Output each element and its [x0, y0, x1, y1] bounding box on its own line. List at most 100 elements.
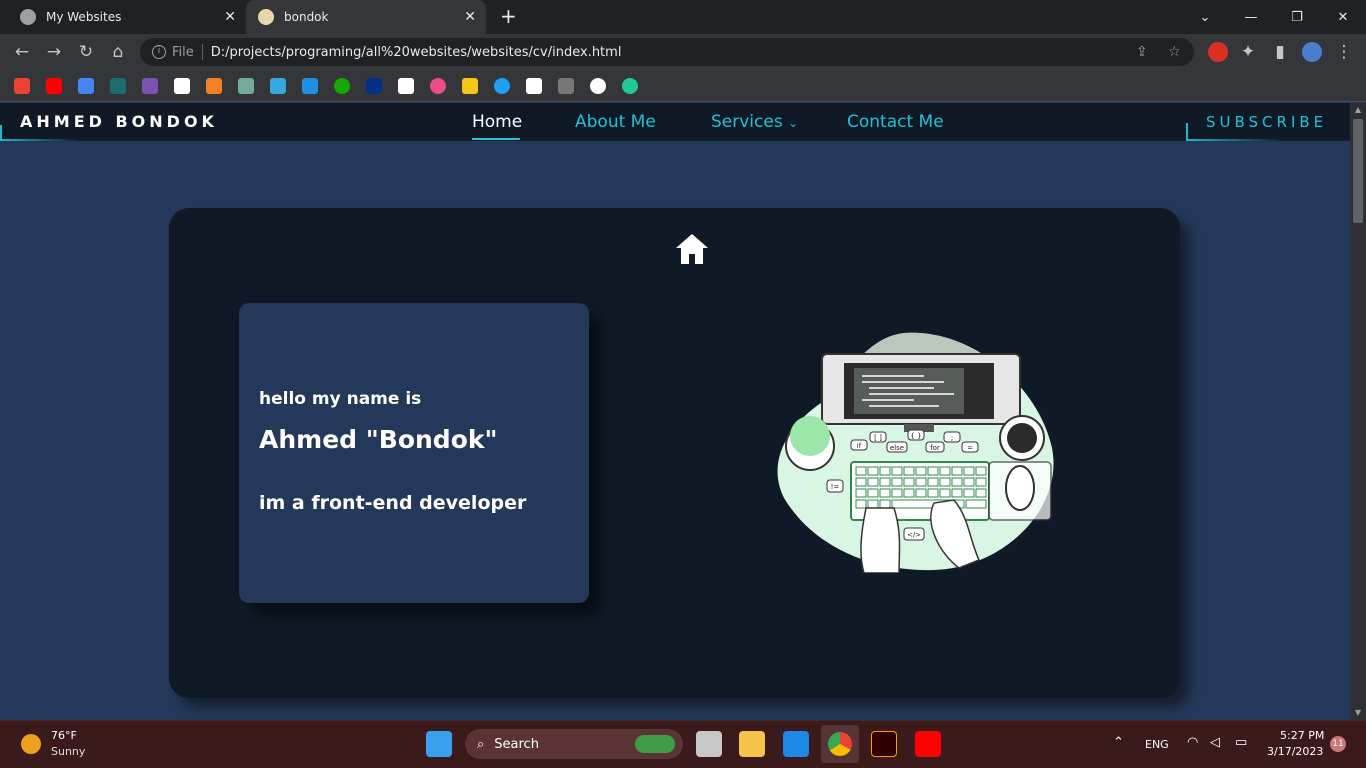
code-label: = — [967, 444, 973, 452]
developer-illustration: if [ ] { } else for ; = != </> — [777, 332, 1054, 573]
close-window-button[interactable]: ✕ — [1320, 0, 1366, 34]
tray-chevron-up-icon[interactable]: ⌃ — [1113, 735, 1124, 750]
logo-accent — [0, 139, 80, 141]
nav-contact-me[interactable]: Contact Me — [847, 112, 944, 132]
illustrator-icon[interactable] — [871, 731, 897, 757]
share-icon[interactable]: ⇪ — [1136, 44, 1148, 60]
wix-icon[interactable] — [526, 78, 542, 94]
code-label: [ ] — [874, 434, 882, 442]
nav-home[interactable]: Home — [472, 112, 522, 132]
nav-services[interactable]: Services ⌄ — [711, 112, 798, 132]
adblock-extension-icon[interactable] — [1208, 42, 1228, 62]
side-panel-icon[interactable]: ▮ — [1270, 42, 1290, 62]
tab-strip: My Websites ✕ bondok ✕ + ⌄ — ❐ ✕ — [0, 0, 1366, 34]
code-label: else — [890, 444, 904, 452]
youtube-app-icon[interactable] — [915, 731, 941, 757]
chrome-taskbar-button[interactable] — [821, 725, 859, 763]
bookmark-icon[interactable] — [462, 78, 478, 94]
code-label: != — [831, 483, 840, 491]
tab-my-websites[interactable]: My Websites ✕ — [8, 0, 246, 34]
globe-icon — [20, 9, 36, 25]
code-label: if — [857, 442, 862, 450]
bookmark-icon[interactable] — [110, 78, 126, 94]
menu-kebab-icon[interactable]: ⋮ — [1334, 42, 1354, 62]
language-indicator[interactable]: ENG — [1145, 738, 1169, 751]
close-tab-icon[interactable]: ✕ — [224, 9, 236, 25]
bookmark-star-icon[interactable]: ☆ — [1168, 44, 1181, 60]
windows-start-icon[interactable] — [426, 731, 452, 757]
intro-card: hello my name is Ahmed "Bondok" im a fro… — [239, 303, 589, 603]
scrollbar-thumb[interactable] — [1353, 119, 1363, 223]
sun-icon[interactable] — [21, 734, 41, 754]
chrome-icon — [828, 732, 852, 756]
scroll-up-icon[interactable]: ▲ — [1350, 103, 1366, 117]
tumblr-icon[interactable] — [270, 78, 286, 94]
new-tab-button[interactable]: + — [500, 6, 517, 26]
code-label: for — [930, 444, 940, 452]
cb-icon[interactable] — [398, 78, 414, 94]
forward-icon[interactable]: → — [44, 42, 64, 62]
clock-date[interactable]: 3/17/2023 — [1267, 745, 1323, 758]
nav-active-underline — [472, 138, 520, 140]
nav-about-me[interactable]: About Me — [575, 112, 656, 132]
file-label: File — [172, 44, 194, 60]
youtube-icon[interactable] — [46, 78, 62, 94]
profile-avatar[interactable] — [1302, 42, 1322, 62]
back-icon[interactable]: ← — [12, 42, 32, 62]
dribbble-icon[interactable] — [430, 78, 446, 94]
battery-icon[interactable]: ▭ — [1235, 735, 1247, 750]
intro-greeting: hello my name is — [259, 389, 422, 409]
weather-temperature[interactable]: 76°F — [51, 729, 77, 742]
weather-condition[interactable]: Sunny — [51, 745, 85, 758]
tab-bondok[interactable]: bondok ✕ — [246, 0, 486, 34]
site-logo[interactable]: AHMED BONDOK — [20, 112, 218, 131]
taskbar-search[interactable]: ⌕ Search — [465, 729, 683, 759]
page-scrollbar[interactable]: ▲ ▼ — [1350, 103, 1366, 720]
bookmark-icon[interactable] — [494, 78, 510, 94]
file-explorer-icon[interactable] — [739, 731, 765, 757]
scroll-down-icon[interactable]: ▼ — [1350, 706, 1366, 720]
divider — [201, 44, 203, 60]
url-text[interactable]: D:/projects/programing/all%20websites/we… — [211, 45, 622, 60]
web-page: AHMED BONDOK Home About Me Services ⌄ Co… — [0, 103, 1350, 720]
restore-button[interactable]: ❐ — [1274, 0, 1320, 34]
stackoverflow-icon[interactable] — [206, 78, 222, 94]
home-icon — [676, 234, 708, 264]
vscode-icon[interactable] — [783, 731, 809, 757]
info-icon[interactable]: i — [152, 45, 166, 59]
site-navbar: AHMED BONDOK Home About Me Services ⌄ Co… — [0, 103, 1350, 141]
wifi-icon[interactable]: ◠ — [1187, 735, 1198, 750]
address-bar[interactable]: i File D:/projects/programing/all%20webs… — [140, 38, 1194, 66]
bookmark-icon[interactable] — [558, 78, 574, 94]
bookmark-icon[interactable] — [622, 78, 638, 94]
subscribe-accent — [1186, 139, 1286, 141]
notification-badge[interactable]: 11 — [1330, 736, 1346, 752]
code-label: { } — [910, 432, 921, 440]
minimize-button[interactable]: — — [1228, 0, 1274, 34]
tab-title: bondok — [284, 10, 329, 24]
search-icon: ⌕ — [477, 736, 485, 752]
volume-icon[interactable]: ◁ — [1210, 735, 1220, 750]
bootstrap-icon[interactable] — [142, 78, 158, 94]
extensions-puzzle-icon[interactable]: ✦ — [1238, 42, 1258, 62]
tab-title: My Websites — [46, 10, 122, 24]
gmail-icon[interactable] — [14, 78, 30, 94]
fr-icon[interactable] — [302, 78, 318, 94]
home-button-icon[interactable]: ⌂ — [108, 42, 128, 62]
subscribe-button[interactable]: SUBSCRIBE — [1206, 113, 1327, 131]
clock-time[interactable]: 5:27 PM — [1280, 729, 1324, 742]
bookmarks-bar — [0, 70, 1366, 102]
tab-search-icon[interactable]: ⌄ — [1182, 0, 1228, 34]
code-label: </> — [907, 531, 921, 539]
codepen-icon[interactable] — [174, 78, 190, 94]
task-view-icon[interactable] — [696, 731, 722, 757]
intro-name: Ahmed "Bondok" — [259, 425, 498, 454]
translate-icon[interactable] — [78, 78, 94, 94]
paypal-icon[interactable] — [366, 78, 382, 94]
reload-icon[interactable]: ↻ — [76, 42, 96, 62]
search-label: Search — [494, 736, 539, 752]
upwork-icon[interactable] — [334, 78, 350, 94]
github-icon[interactable] — [590, 78, 606, 94]
chatgpt-icon[interactable] — [238, 78, 254, 94]
close-tab-icon[interactable]: ✕ — [464, 9, 476, 25]
